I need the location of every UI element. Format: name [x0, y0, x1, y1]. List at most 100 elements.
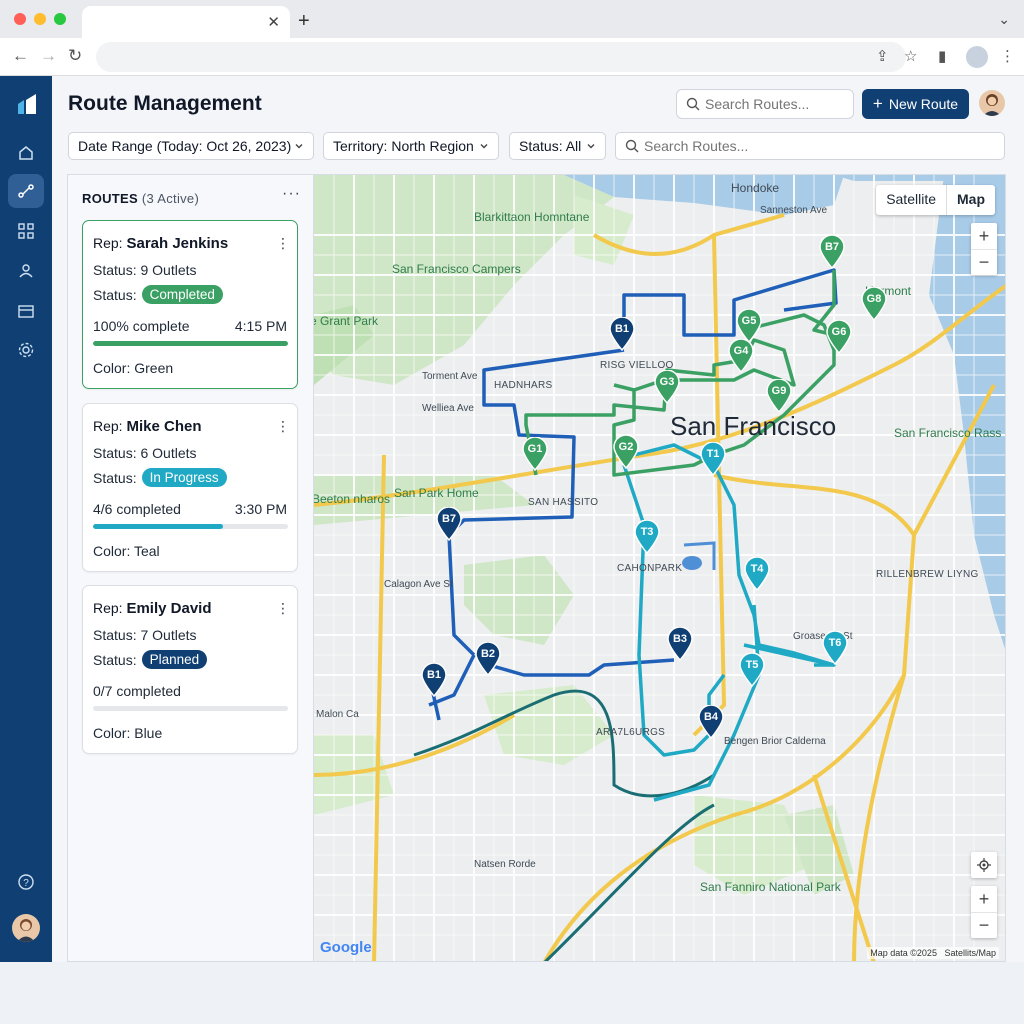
- map-pin-label: G9: [771, 385, 787, 397]
- zoom-out-button[interactable]: −: [971, 912, 997, 938]
- map-label: CAHONPARK: [617, 563, 683, 574]
- reload-icon[interactable]: ↻: [68, 46, 82, 66]
- map-label: Natsen Rorde: [474, 859, 536, 870]
- users-icon: [19, 264, 33, 278]
- map-pin-green[interactable]: B7: [819, 234, 845, 270]
- map-pin-blue[interactable]: B7: [436, 506, 462, 542]
- new-route-button[interactable]: + New Route: [862, 89, 969, 119]
- zoom-in-button[interactable]: +: [971, 223, 997, 249]
- header-avatar[interactable]: [979, 90, 1005, 116]
- maximize-window-button[interactable]: [54, 13, 66, 25]
- filter-search[interactable]: [615, 132, 1005, 160]
- route-status-row: Status: Completed: [93, 285, 223, 304]
- territory-filter[interactable]: Territory: North Region: [323, 132, 499, 160]
- nav-routes[interactable]: [8, 174, 44, 208]
- browser-menu-icon[interactable]: ⋮: [1000, 47, 1015, 65]
- map-pin-teal[interactable]: T3: [634, 519, 660, 555]
- close-tab-icon[interactable]: ✕: [267, 13, 280, 31]
- nav-help[interactable]: ?: [8, 865, 44, 899]
- grid-icon: [18, 223, 34, 239]
- back-icon[interactable]: ←: [12, 46, 29, 66]
- map-pin-blue[interactable]: B2: [475, 641, 501, 677]
- route-card[interactable]: Rep: Mike Chen ⋮ Status: 6 Outlets Statu…: [82, 403, 298, 572]
- map-type-toggle[interactable]: Satellite Map: [876, 185, 995, 215]
- tab-list-chevron-icon[interactable]: ⌄: [998, 11, 1010, 28]
- address-bar[interactable]: [96, 42, 906, 72]
- map-pin-green[interactable]: G1: [522, 436, 548, 472]
- route-progress-text: 100% complete: [93, 318, 190, 334]
- header-search-input[interactable]: [705, 96, 845, 112]
- map-pin-label: G4: [733, 345, 749, 357]
- map-label: ARA7L6URGS: [596, 727, 666, 738]
- progress-bar: [93, 524, 288, 529]
- card-menu-icon[interactable]: ⋮: [276, 600, 290, 617]
- route-status-row: Status: In Progress: [93, 468, 227, 487]
- route-color: Color: Green: [93, 360, 174, 376]
- route-map[interactable]: Hondoke Blarkittaon Homntane San Francis…: [313, 174, 1006, 962]
- map-attribution[interactable]: Map data ©2025 Satellits/Map: [867, 947, 999, 959]
- close-window-button[interactable]: [14, 13, 26, 25]
- route-progress-text: 4/6 completed: [93, 501, 181, 517]
- card-menu-icon[interactable]: ⋮: [276, 235, 290, 252]
- map-pin-blue[interactable]: B3: [667, 626, 693, 662]
- route-time: 3:30 PM: [234, 501, 287, 517]
- route-color: Color: Teal: [93, 543, 160, 559]
- satellite-toggle[interactable]: Satellite: [876, 185, 946, 215]
- map-pin-teal[interactable]: T6: [822, 630, 848, 666]
- route-rep: Rep: Emily David: [93, 600, 212, 617]
- map-pin-teal[interactable]: T5: [739, 652, 765, 688]
- minimize-window-button[interactable]: [34, 13, 46, 25]
- map-pin-green[interactable]: G2: [613, 434, 639, 470]
- map-pin-teal[interactable]: T4: [744, 556, 770, 592]
- my-location-button[interactable]: [971, 852, 997, 878]
- new-tab-icon[interactable]: +: [298, 10, 310, 33]
- map-pin-green[interactable]: G3: [654, 369, 680, 405]
- map-pin-green[interactable]: G6: [826, 319, 852, 355]
- user-avatar[interactable]: [12, 914, 40, 942]
- bookmark-star-icon[interactable]: ☆: [904, 47, 917, 65]
- map-toggle[interactable]: Map: [946, 185, 995, 215]
- map-pin-green[interactable]: G8: [861, 286, 887, 322]
- card-menu-icon[interactable]: ⋮: [276, 418, 290, 435]
- route-card[interactable]: Rep: Emily David ⋮ Status: 7 Outlets Sta…: [82, 585, 298, 754]
- map-label: Sanneston Ave: [760, 205, 828, 216]
- map-city-label: San Francisco: [670, 411, 837, 441]
- header-search[interactable]: [676, 89, 854, 119]
- map-pin-label: B1: [614, 323, 630, 335]
- map-pin-teal[interactable]: T1: [700, 441, 726, 477]
- nav-settings[interactable]: [8, 333, 44, 367]
- nav-rail: ?: [0, 76, 52, 962]
- share-icon[interactable]: ⇪: [876, 47, 889, 65]
- filter-search-input[interactable]: [644, 138, 984, 154]
- nav-calendar[interactable]: [8, 294, 44, 328]
- zoom-in-button[interactable]: +: [971, 886, 997, 912]
- map-label: San Francisco Campers: [392, 262, 521, 276]
- logo-icon: [18, 94, 36, 114]
- gear-icon: [18, 342, 34, 358]
- map-pin-blue[interactable]: B1: [609, 316, 635, 352]
- plus-icon: +: [872, 94, 883, 113]
- tab-bar: ✕ + ⌄: [0, 0, 1024, 38]
- status-filter[interactable]: Status: All: [509, 132, 606, 160]
- profile-avatar[interactable]: [966, 46, 988, 68]
- forward-icon[interactable]: →: [40, 46, 57, 66]
- map-pin-label: G5: [741, 315, 757, 327]
- browser-tab[interactable]: ✕: [82, 6, 290, 38]
- nav-dashboard[interactable]: [8, 214, 44, 248]
- map-pin-label: B4: [703, 711, 719, 723]
- progress-bar: [93, 706, 288, 711]
- map-pin-green[interactable]: G9: [766, 378, 792, 414]
- map-pin-blue[interactable]: B1: [421, 662, 447, 698]
- sidepanel-icon[interactable]: ▮: [938, 47, 946, 65]
- nav-home[interactable]: [8, 136, 44, 170]
- more-options-icon[interactable]: ···: [282, 185, 301, 203]
- map-label: Calagon Ave St: [384, 579, 453, 590]
- route-card[interactable]: Rep: Sarah Jenkins ⋮ Status: 9 Outlets S…: [82, 220, 298, 389]
- map-pin-blue[interactable]: B4: [698, 704, 724, 740]
- date-range-filter[interactable]: Date Range (Today: Oct 26, 2023): [68, 132, 314, 160]
- map-label: Welliea Ave: [422, 403, 474, 414]
- map-pin-green[interactable]: G4: [728, 338, 754, 374]
- nav-reps[interactable]: [8, 254, 44, 288]
- map-pin-green[interactable]: G5: [736, 308, 762, 344]
- zoom-out-button[interactable]: −: [971, 249, 997, 275]
